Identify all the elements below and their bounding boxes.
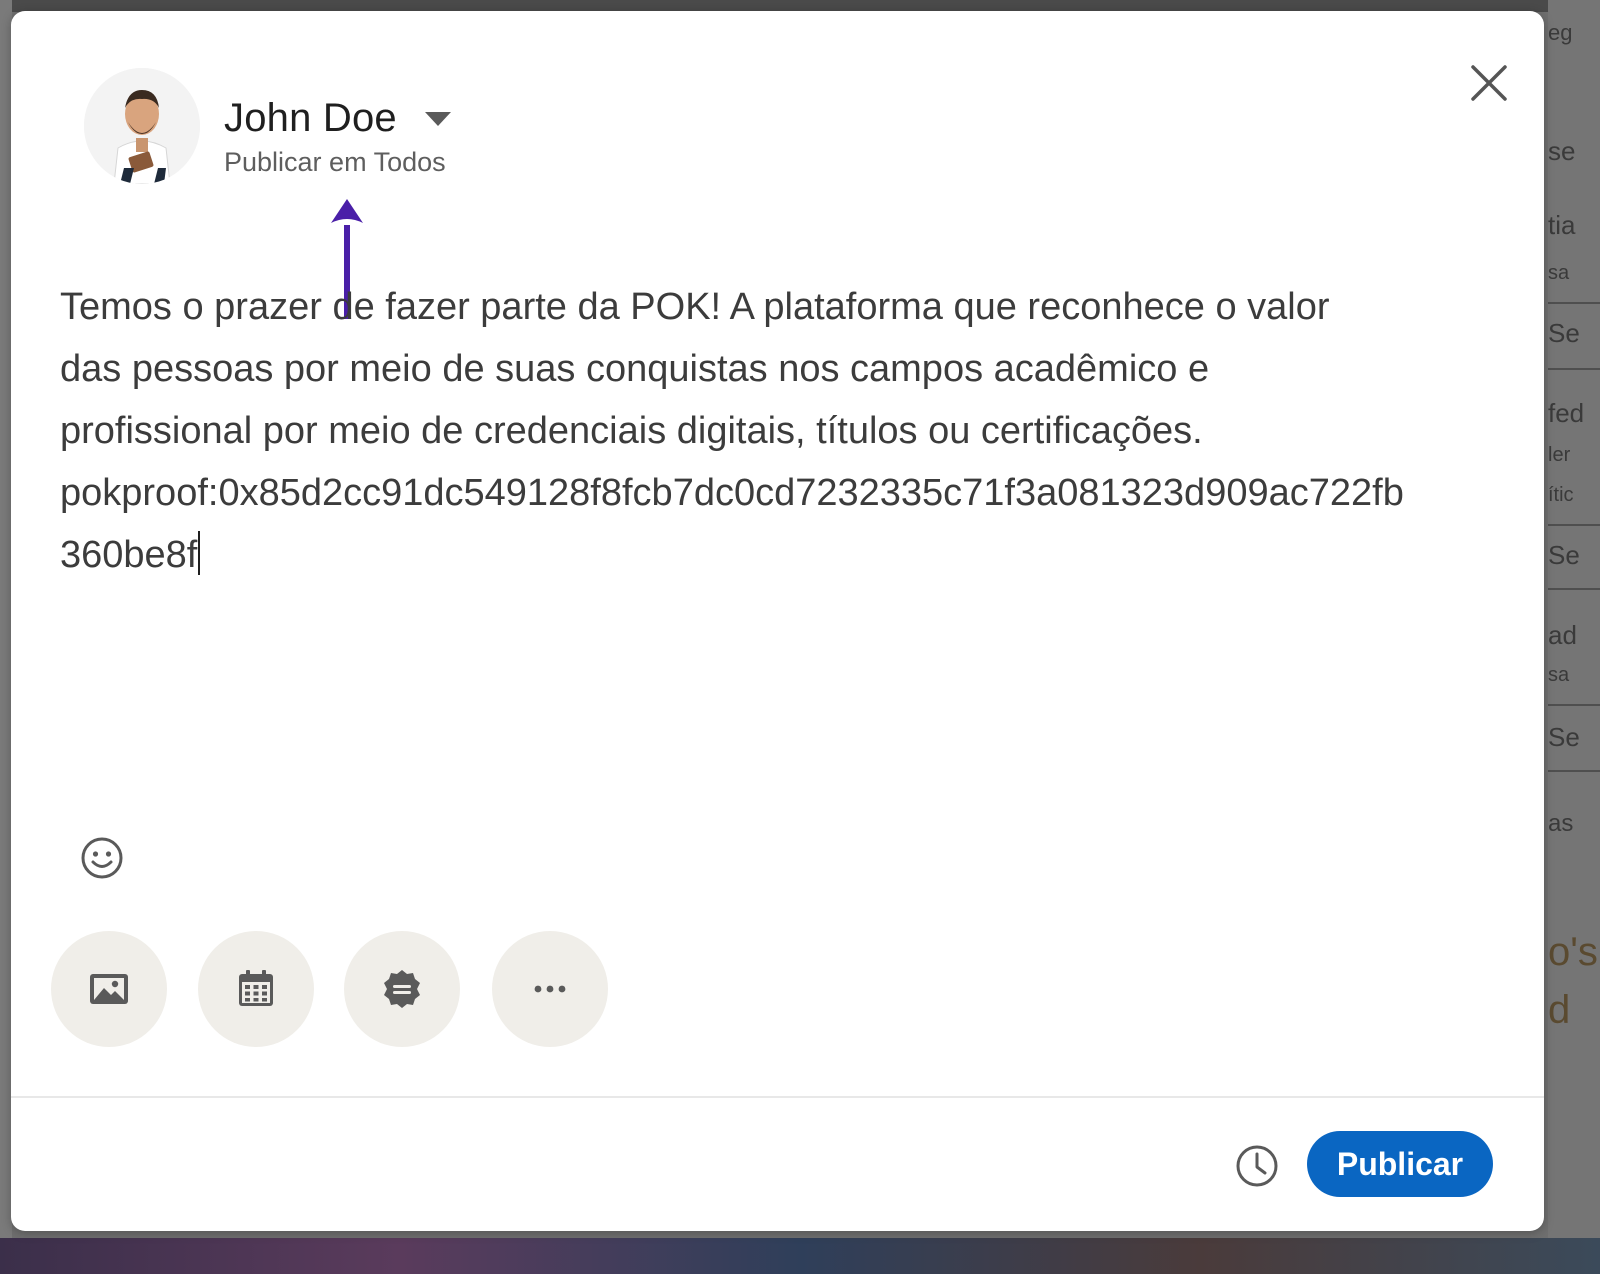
author-selector[interactable]: John Doe Publicar em Todos (84, 68, 453, 184)
close-button[interactable] (1461, 55, 1517, 111)
audience-label: Publicar em Todos (224, 147, 446, 177)
smiley-icon (81, 837, 123, 879)
calendar-icon (239, 970, 273, 1006)
background-fragment: ític (1548, 484, 1574, 506)
background-fragment: o's (1548, 930, 1598, 974)
close-icon (1471, 65, 1507, 101)
emoji-button[interactable] (77, 833, 127, 883)
background-fragment: ler (1548, 444, 1571, 466)
background-right-column: eg se tia sa Se fed ler ític Se ad sa Se… (1548, 0, 1600, 1274)
post-text-line: profissional por meio de credenciais dig… (60, 410, 1203, 452)
author-info: John Doe Publicar em Todos (224, 68, 453, 178)
post-composer-modal: John Doe Publicar em Todos Temos o praze… (11, 11, 1544, 1231)
post-text-editor[interactable]: Temos o prazer de fazer parte da POK! A … (60, 276, 1510, 586)
author-name: John Doe (224, 96, 397, 140)
background-fragment: tia (1548, 210, 1576, 240)
background-fragment: d (1548, 988, 1571, 1032)
more-icon (534, 985, 566, 993)
add-media-button[interactable] (51, 931, 167, 1047)
background-fragment: ad (1548, 620, 1577, 650)
background-fragment: Se (1548, 540, 1580, 570)
background-fragment: as (1548, 810, 1574, 837)
background-fragment: fed (1548, 398, 1585, 428)
background-fragment: eg (1548, 20, 1573, 45)
post-text-line: Temos o prazer de fazer parte da POK! A … (60, 286, 1330, 328)
background-fragment: Se (1548, 722, 1580, 752)
post-text-line: pokproof:0x85d2cc91dc549128f8fcb7dc0cd72… (60, 472, 1404, 514)
footer-divider (11, 1096, 1544, 1098)
badge-icon (384, 970, 420, 1008)
more-options-button[interactable] (492, 931, 608, 1047)
post-text-line: das pessoas por meio de suas conquistas … (60, 348, 1210, 390)
background-fragment: Se (1548, 318, 1580, 348)
post-text-line: 360be8f (60, 534, 198, 576)
chevron-down-icon[interactable] (423, 110, 453, 128)
background-fragment: sa (1548, 664, 1570, 686)
avatar (84, 68, 200, 184)
publish-button[interactable]: Publicar (1307, 1131, 1493, 1197)
author-name-row: John Doe (224, 96, 453, 141)
background-fragment: sa (1548, 262, 1570, 284)
text-caret (198, 531, 201, 575)
image-icon (90, 974, 128, 1004)
background-fragment: se (1548, 136, 1576, 166)
background-banner (0, 1238, 1600, 1274)
avatar-person-icon (84, 68, 200, 184)
clock-icon (1236, 1145, 1278, 1187)
create-event-button[interactable] (198, 931, 314, 1047)
celebrate-occasion-button[interactable] (344, 931, 460, 1047)
schedule-post-button[interactable] (1233, 1142, 1281, 1190)
post-text-last-line: 360be8f (60, 524, 1510, 586)
